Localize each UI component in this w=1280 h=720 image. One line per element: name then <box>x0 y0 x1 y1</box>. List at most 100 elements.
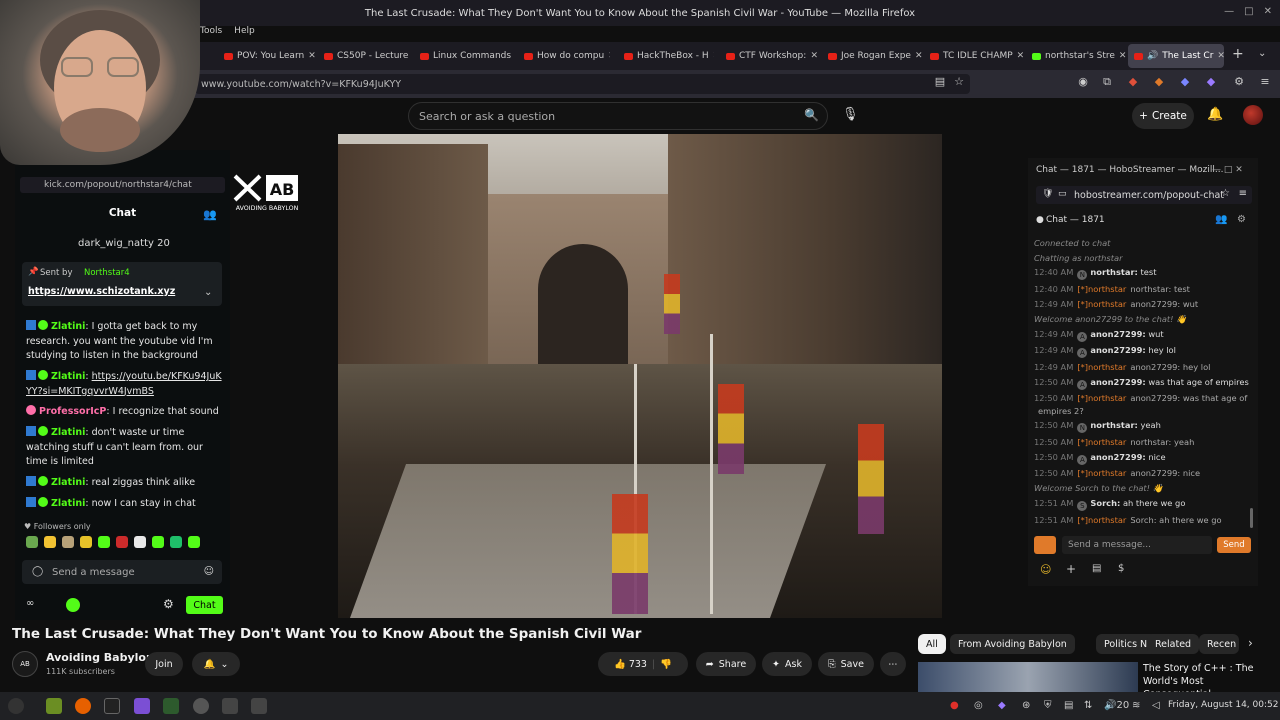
channel-avatar[interactable]: AB <box>12 651 38 677</box>
subscription-bell-button[interactable]: 🔔 ⌄ <box>192 652 240 676</box>
hobo-send-button[interactable]: Send <box>1217 537 1251 553</box>
chat-username[interactable]: Zlatini <box>51 371 85 382</box>
user-avatar[interactable]: N <box>1077 270 1088 280</box>
tab[interactable]: CTF Workshop: ✕ <box>720 44 824 68</box>
settings-icon[interactable]: ⚙ <box>1232 75 1246 89</box>
like-button[interactable]: 👍 733 <box>614 659 647 670</box>
extensions-icon[interactable]: ⧉ <box>1100 75 1114 89</box>
user-avatar[interactable]: S <box>1077 501 1088 511</box>
extension-icon[interactable]: ◆ <box>1152 75 1166 89</box>
tab[interactable]: TC IDLE CHAMP ✕ <box>924 44 1024 68</box>
minimize-icon[interactable]: — <box>1224 6 1234 17</box>
chip-all[interactable]: All <box>918 634 946 654</box>
emoji-icon[interactable]: ☺ <box>1040 563 1051 576</box>
chat-username[interactable]: anon27299: <box>1090 452 1145 462</box>
obs-tray-icon[interactable]: ◎ <box>974 700 983 711</box>
app-icon[interactable] <box>163 698 179 714</box>
tab[interactable]: POV: You Learn ✕ <box>218 44 318 68</box>
menu-help[interactable]: Help <box>234 26 255 40</box>
list-icon[interactable]: ▤ <box>1092 563 1101 574</box>
dollar-icon[interactable]: $ <box>1118 563 1124 574</box>
microphone-icon[interactable]: 🎙 <box>842 107 859 122</box>
search-icon[interactable]: 🔍 <box>804 108 819 122</box>
close-icon[interactable]: ✕ <box>1217 51 1224 61</box>
more-actions-icon[interactable]: ⋯ <box>880 652 906 676</box>
join-button[interactable]: Join <box>145 652 183 676</box>
chat-username[interactable]: anon27299: <box>1090 377 1145 387</box>
kick-chat-button[interactable]: Chat <box>186 596 223 614</box>
wifi-icon[interactable]: ≋ <box>1132 700 1140 711</box>
close-icon[interactable]: ✕ <box>915 51 923 61</box>
users-icon[interactable]: 👥 <box>1215 214 1227 225</box>
maximize-icon[interactable]: □ <box>1224 165 1233 175</box>
create-button[interactable]: + Create <box>1132 103 1194 129</box>
user-avatar[interactable]: A <box>1077 380 1088 390</box>
app-tray-icon[interactable]: ◆ <box>998 700 1006 711</box>
emote-icon[interactable] <box>188 536 200 548</box>
record-icon[interactable]: ● <box>950 700 959 711</box>
chat-username[interactable]: anon27299: <box>1090 329 1145 339</box>
video-player[interactable] <box>338 134 942 618</box>
chat-username[interactable]: ProfessorIcP <box>39 406 106 417</box>
taskbar-clock[interactable]: Friday, August 14, 00:52 <box>1168 700 1278 710</box>
chevron-down-icon[interactable]: ⌄ <box>204 287 212 298</box>
dislike-icon[interactable]: 👎 <box>660 659 672 670</box>
extension-icon[interactable]: ◆ <box>1178 75 1192 89</box>
kick-url-bar[interactable]: kick.com/popout/northstar4/chat <box>20 177 225 193</box>
shield-tray-icon[interactable]: ⛨ <box>1044 700 1052 711</box>
emote-icon[interactable] <box>44 536 56 548</box>
emote-icon[interactable] <box>98 536 110 548</box>
firefox-icon[interactable] <box>75 698 91 714</box>
obs-icon[interactable] <box>193 698 209 714</box>
new-tab-icon[interactable]: + <box>1232 46 1244 62</box>
volume-icon[interactable]: 🔊20 <box>1104 700 1129 711</box>
reader-view-icon[interactable]: ▤ <box>933 75 947 89</box>
settings-icon[interactable] <box>222 698 238 714</box>
network-tray-icon[interactable]: ⇅ <box>1084 700 1092 711</box>
close-icon[interactable]: ✕ <box>1235 165 1243 175</box>
hobo-message-input[interactable]: Send a message... <box>1062 536 1212 554</box>
kick-message-input[interactable]: ◯ Send a message ☺ <box>22 560 222 584</box>
tab-active[interactable]: 🔊 The Last Cr ✕ <box>1128 44 1224 68</box>
speaker-toggle-icon[interactable] <box>1034 536 1056 554</box>
close-icon[interactable]: ✕ <box>1017 51 1024 61</box>
chat-username[interactable]: northstar: <box>1090 420 1137 430</box>
emote-icon[interactable] <box>26 536 38 548</box>
settings-icon[interactable]: ⚙ <box>1237 214 1246 225</box>
extension-icon[interactable]: ◆ <box>1204 75 1218 89</box>
chat-username[interactable]: Zlatini <box>51 321 85 332</box>
hobo-url-bar[interactable]: 🛡 ▭ hobostreamer.com/popout-chat ☆ ≡ <box>1036 186 1252 204</box>
start-menu-icon[interactable] <box>8 698 24 714</box>
link-icon[interactable]: ∞ <box>26 598 34 609</box>
tab-list-icon[interactable]: ⌄ <box>1258 48 1266 59</box>
tab[interactable]: Joe Rogan Expe ✕ <box>822 44 926 68</box>
account-icon[interactable]: ◉ <box>1076 75 1090 89</box>
app-icon[interactable] <box>134 698 150 714</box>
emoji-icon[interactable]: ☺ <box>204 566 214 577</box>
user-avatar[interactable]: A <box>1077 332 1088 342</box>
close-icon[interactable]: ✕ <box>810 51 818 61</box>
chat-username[interactable]: Zlatini <box>51 427 85 438</box>
settings-icon[interactable] <box>251 698 267 714</box>
menu-tools[interactable]: Tools <box>200 26 222 40</box>
channel-name[interactable]: Avoiding Babylon <box>46 651 154 664</box>
search-input[interactable]: Search or ask a question 🔍 <box>408 102 828 130</box>
bookmark-star-icon[interactable]: ☆ <box>1221 188 1230 199</box>
save-button[interactable]: ⎘ Save <box>818 652 874 676</box>
chat-username[interactable]: Zlatini <box>51 498 85 509</box>
notifications-bell-icon[interactable]: 🔔 <box>1207 107 1223 122</box>
close-icon[interactable]: ✕ <box>713 51 714 61</box>
extension-icon[interactable]: ◆ <box>1126 75 1140 89</box>
recommended-thumbnail[interactable] <box>918 662 1138 692</box>
chip-from-channel[interactable]: From Avoiding Babylon <box>950 634 1075 654</box>
emote-icon[interactable] <box>62 536 74 548</box>
close-icon[interactable]: ✕ <box>608 51 610 61</box>
tab[interactable]: HackTheBox - H ✕ <box>618 44 714 68</box>
user-avatar[interactable]: A <box>1077 455 1088 465</box>
user-avatar[interactable]: N <box>1077 423 1088 433</box>
speaker-icon[interactable]: 🔊 <box>1147 51 1158 61</box>
chip-related[interactable]: Related <box>1147 634 1200 654</box>
kick-icon[interactable] <box>66 598 80 612</box>
minimize-icon[interactable]: — <box>1212 165 1221 175</box>
scrollbar[interactable] <box>1250 508 1253 528</box>
